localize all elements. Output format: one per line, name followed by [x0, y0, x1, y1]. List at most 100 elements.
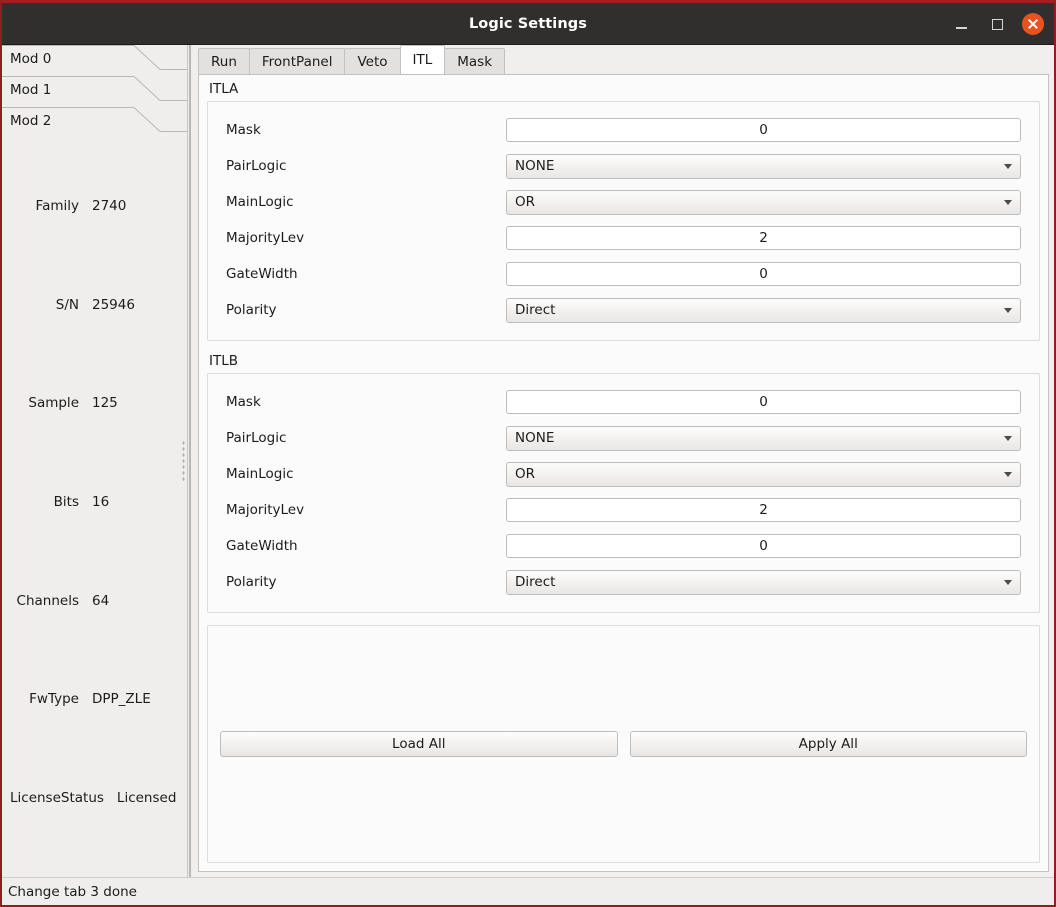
sidebar-item-mod-2[interactable]: Mod 2 [2, 107, 188, 138]
itla-group-frame: Mask 0 PairLogic NONE MainLogic OR Major… [207, 101, 1040, 341]
chevron-down-icon [1004, 436, 1012, 441]
itlb-field-mainlogic: MainLogic OR [226, 456, 1021, 492]
field-label: Polarity [226, 302, 277, 318]
settings-tabbar: Run FrontPanel Veto ITL Mask [193, 45, 1054, 74]
sidebar-item-mod-1[interactable]: Mod 1 [2, 76, 188, 107]
itla-polarity-select[interactable]: Direct [506, 297, 1021, 323]
itla-field-mainlogic: MainLogic OR [226, 184, 1021, 220]
property-value: 16 [92, 493, 110, 510]
itla-gatewidth-input[interactable]: 0 [506, 262, 1021, 286]
itla-mask-input[interactable]: 0 [506, 118, 1021, 142]
itlb-polarity-select[interactable]: Direct [506, 569, 1021, 595]
property-key: Sample [28, 395, 79, 412]
itlb-field-gatewidth: GateWidth 0 [226, 528, 1021, 564]
itlb-field-pairlogic: PairLogic NONE [226, 420, 1021, 456]
itla-majoritylev-input[interactable]: 2 [506, 226, 1021, 250]
minimize-icon [955, 27, 967, 29]
field-control: 2 [506, 498, 1021, 522]
chevron-down-icon [1004, 308, 1012, 313]
combobox-value: NONE [515, 429, 555, 446]
field-control: 0 [506, 534, 1021, 558]
property-value: 64 [92, 592, 110, 609]
property-key: S/N [55, 296, 79, 313]
itla-field-majoritylev: MajorityLev 2 [226, 220, 1021, 256]
status-bar: Change tab 3 done [2, 877, 1054, 905]
field-label: Polarity [226, 574, 277, 590]
chevron-down-icon [1004, 164, 1012, 169]
field-control: OR [506, 189, 1021, 215]
field-control: 0 [506, 118, 1021, 142]
property-row-family: Family 2740 [2, 198, 186, 214]
itla-group-title: ITLA [209, 81, 239, 97]
property-row-sample: Sample 125 [2, 395, 186, 411]
load-all-button[interactable]: Load All [220, 731, 618, 757]
field-label: Mask [226, 122, 261, 138]
itlb-mainlogic-select[interactable]: OR [506, 461, 1021, 487]
field-control: NONE [506, 425, 1021, 451]
tab-veto[interactable]: Veto [344, 48, 401, 74]
module-sidebar: Mod 0 Mod 1 Mod 2 Family 2740 S/N 25946 … [2, 45, 188, 877]
status-message: Change tab 3 done [8, 883, 137, 900]
itlb-majoritylev-input[interactable]: 2 [506, 498, 1021, 522]
field-control: 0 [506, 262, 1021, 286]
field-label: MainLogic [226, 194, 294, 210]
module-properties: Family 2740 S/N 25946 Sample 125 Bits 16… [2, 139, 186, 877]
itla-field-polarity: Polarity Direct [226, 292, 1021, 328]
itlb-group-title: ITLB [209, 353, 239, 369]
chevron-down-icon [1004, 472, 1012, 477]
itla-field-mask: Mask 0 [226, 112, 1021, 148]
property-row-fwtype: FwType DPP_ZLE [2, 691, 186, 707]
property-key: Bits [53, 493, 79, 510]
itla-field-pairlogic: PairLogic NONE [226, 148, 1021, 184]
itlb-pairlogic-select[interactable]: NONE [506, 425, 1021, 451]
field-control: NONE [506, 153, 1021, 179]
itlb-field-majoritylev: MajorityLev 2 [226, 492, 1021, 528]
itla-pairlogic-select[interactable]: NONE [506, 153, 1021, 179]
maximize-button[interactable] [986, 13, 1008, 35]
tab-mask[interactable]: Mask [444, 48, 506, 74]
close-button[interactable] [1022, 13, 1044, 35]
itlb-field-polarity: Polarity Direct [226, 564, 1021, 600]
tab-itl[interactable]: ITL [399, 45, 446, 74]
action-panel: Load All Apply All [207, 625, 1040, 863]
combobox-value: OR [515, 193, 536, 210]
property-value: 125 [92, 395, 118, 412]
chevron-down-icon [1004, 200, 1012, 205]
sidebar-item-mod-0[interactable]: Mod 0 [2, 45, 188, 76]
settings-pane: Run FrontPanel Veto ITL Mask ITLA Mask 0 [193, 45, 1054, 877]
splitter-bar [189, 45, 191, 877]
window-title: Logic Settings [468, 15, 588, 32]
combobox-value: Direct [515, 301, 556, 318]
property-row-channels: Channels 64 [2, 593, 186, 609]
itlb-mask-input[interactable]: 0 [506, 390, 1021, 414]
property-value: 2740 [92, 198, 127, 215]
property-key: Channels [16, 592, 79, 609]
sidebar-item-label: Mod 0 [10, 51, 52, 67]
property-row-license-status: LicenseStatus Licensed [2, 790, 186, 806]
field-label: Mask [226, 394, 261, 410]
logic-settings-window: Logic Settings Mod 0 Mod 1 Mod 2 Family … [0, 0, 1056, 907]
combobox-value: Direct [515, 573, 556, 590]
property-value: DPP_ZLE [92, 691, 151, 708]
field-label: PairLogic [226, 430, 287, 446]
tab-frontpanel[interactable]: FrontPanel [248, 48, 346, 74]
tab-run[interactable]: Run [198, 48, 250, 74]
field-label: GateWidth [226, 538, 298, 554]
minimize-button[interactable] [950, 13, 972, 35]
property-key: LicenseStatus [10, 789, 104, 806]
field-control: OR [506, 461, 1021, 487]
field-control: Direct [506, 297, 1021, 323]
field-label: PairLogic [226, 158, 287, 174]
field-label: MajorityLev [226, 230, 305, 246]
itlb-gatewidth-input[interactable]: 0 [506, 534, 1021, 558]
field-control: Direct [506, 569, 1021, 595]
itlb-field-mask: Mask 0 [226, 384, 1021, 420]
field-label: GateWidth [226, 266, 298, 282]
module-tab-list: Mod 0 Mod 1 Mod 2 [2, 45, 188, 139]
itla-group: ITLA Mask 0 PairLogic NONE MainLogic OR … [207, 81, 1040, 341]
itla-mainlogic-select[interactable]: OR [506, 189, 1021, 215]
apply-all-button[interactable]: Apply All [629, 731, 1027, 757]
itlb-group: ITLB Mask 0 PairLogic NONE MainLogic OR … [207, 353, 1040, 613]
field-label: MainLogic [226, 466, 294, 482]
field-control: 2 [506, 226, 1021, 250]
